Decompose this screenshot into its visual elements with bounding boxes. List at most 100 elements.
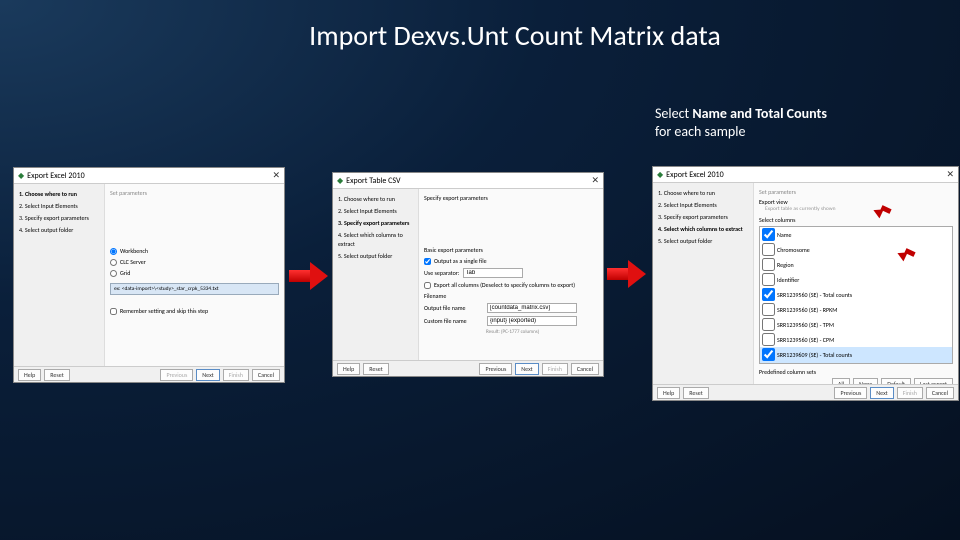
column-checkbox[interactable] [762,288,775,301]
check-label: Output as a single file [434,257,487,265]
export-view-label: Export view [759,198,953,206]
separator-field: Use separator: [424,268,598,278]
reset-button[interactable]: Reset [363,363,388,375]
step-4: 4. Select which columns to extract [338,231,413,249]
cancel-button[interactable]: Cancel [926,387,954,399]
step-1: 1. Choose where to run [19,190,99,199]
next-button[interactable]: Next [196,369,219,381]
main-pane: Set parameters Workbench CLC Server Grid… [104,184,284,368]
step-2: 2. Select Input Elements [19,202,99,211]
radio-clc-server[interactable]: CLC Server [110,258,279,266]
radio-label: Workbench [120,247,148,255]
dialog-export-excel-columns: ◆ Export Excel 2010 ✕ 1. Choose where to… [652,166,959,401]
column-checkbox-row[interactable]: SRR1239609 (SE) - RPKM [760,362,952,364]
cancel-button[interactable]: Cancel [252,369,280,381]
column-checkbox[interactable] [762,348,775,361]
column-checkbox-row[interactable]: SRR1239560 (SE) - RPKM [760,302,952,317]
step-4: 4. Select output folder [19,226,99,235]
column-checkbox[interactable] [762,228,775,241]
dialog-export-excel-1: ◆ Export Excel 2010 ✕ 1. Choose where to… [13,167,285,383]
column-label: SRR1239560 (SE) - Total counts [777,291,852,299]
column-checkbox-row[interactable]: Chromosome [760,242,952,257]
column-checkbox[interactable] [762,258,775,271]
column-checkbox-row[interactable]: SRR1239560 (SE) - TPM [760,317,952,332]
column-checkbox-row[interactable]: Name [760,227,952,242]
check-label: Export all columns (Deselect to specify … [434,281,575,289]
column-checkbox-row[interactable]: SRR1239560 (SE) - Total counts [760,287,952,302]
close-icon[interactable]: ✕ [272,170,280,181]
column-checkbox-row[interactable]: SRR1239609 (SE) - Total counts [760,347,952,362]
wizard-steps: 1. Choose where to run 2. Select Input E… [333,189,418,362]
column-checkbox[interactable] [762,303,775,316]
chk-export-all[interactable]: Export all columns (Deselect to specify … [424,281,598,289]
finish-button[interactable]: Finish [542,363,568,375]
custom-filename-field: Custom file name [424,316,598,326]
step-5: 5. Select output folder [658,237,748,246]
arrow-right-icon [607,254,647,294]
separator-input[interactable] [463,268,523,278]
output-filename-field: Output file name [424,303,598,313]
button-bar: Help Reset Previous Next Finish Cancel [333,360,603,376]
pane-header: Set parameters [110,189,279,197]
export-view-value: Export table as currently shown [765,206,953,212]
finish-button[interactable]: Finish [897,387,923,399]
reset-button[interactable]: Reset [683,387,708,399]
column-label: SRR1239609 (SE) - Total counts [777,351,852,359]
column-checkbox[interactable] [762,333,775,346]
check-label: Remember setting and skip this step [120,307,208,315]
column-checkbox-row[interactable]: Region [760,257,952,272]
column-checkbox[interactable] [762,318,775,331]
previous-button[interactable]: Previous [479,363,512,375]
app-icon: ◆ [337,176,343,186]
column-label: Chromosome [777,246,810,254]
chk-remember[interactable]: Remember setting and skip this step [110,307,279,315]
close-icon[interactable]: ✕ [591,175,599,186]
previous-button[interactable]: Previous [834,387,867,399]
previous-button[interactable]: Previous [160,369,193,381]
button-bar: Help Reset Previous Next Finish Cancel [14,366,284,382]
field-label: Custom file name [424,317,484,325]
slide-title: Import Dexvs.Unt Count Matrix data [0,0,960,53]
cancel-button[interactable]: Cancel [571,363,599,375]
close-icon[interactable]: ✕ [946,169,954,180]
step-3: 3. Specify export parameters [338,219,413,228]
radio-grid[interactable]: Grid [110,269,279,277]
pane-header: Specify export parameters [424,194,598,202]
column-checkbox-row[interactable]: Identifier [760,272,952,287]
chk-single-file[interactable]: Output as a single file [424,257,598,265]
column-checkbox[interactable] [762,243,775,256]
help-button[interactable]: Help [657,387,680,399]
help-button[interactable]: Help [337,363,360,375]
select-columns-label: Select columns [759,216,953,224]
dialog-title: Export Excel 2010 [666,170,724,180]
column-checkbox[interactable] [762,363,775,364]
wizard-steps: 1. Choose where to run 2. Select Input E… [653,183,753,386]
column-label: SRR1239560 (SE) - RPKM [777,306,837,314]
custom-filename-input[interactable] [487,316,577,326]
help-button[interactable]: Help [18,369,41,381]
step-5: 5. Select output folder [338,252,413,261]
titlebar: ◆ Export Excel 2010 ✕ [14,168,284,184]
dialog-export-csv: ◆ Export Table CSV ✕ 1. Choose where to … [332,172,604,377]
field-label: Output file name [424,304,484,312]
column-label: SRR1239560 (SE) - CPM [777,336,834,344]
caption-pre: Select [655,105,692,122]
field-label: Use separator: [424,269,460,277]
column-checkbox[interactable] [762,273,775,286]
column-label: Region [777,261,794,269]
column-label: SRR1239560 (SE) - TPM [777,321,834,329]
column-checkbox-row[interactable]: SRR1239560 (SE) - CPM [760,332,952,347]
finish-button[interactable]: Finish [223,369,249,381]
reset-button[interactable]: Reset [44,369,69,381]
next-button[interactable]: Next [515,363,538,375]
predefined-label: Predefined column sets [759,368,953,376]
app-icon: ◆ [657,170,663,180]
radio-workbench[interactable]: Workbench [110,247,279,255]
columns-listbox[interactable]: Name Chromosome Region Identifier SRR1239560… [759,226,953,364]
next-button[interactable]: Next [870,387,893,399]
caption-post: for each sample [655,123,745,140]
step-3: 3. Specify export parameters [658,213,748,222]
step-1: 1. Choose where to run [338,195,413,204]
output-filename-input[interactable] [487,303,577,313]
dialog-title: Export Table CSV [346,176,400,186]
